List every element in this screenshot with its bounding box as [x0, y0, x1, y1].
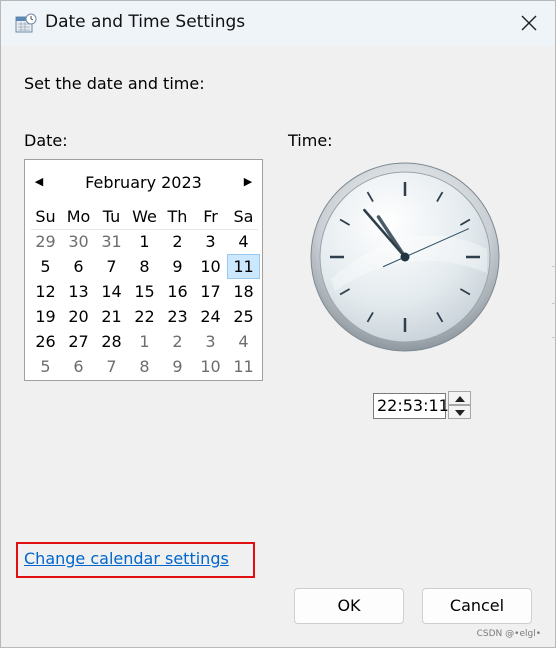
calendar-day[interactable]: 16	[161, 279, 194, 304]
calendar-day[interactable]: 6	[62, 254, 95, 279]
weekday-header: Mo	[66, 207, 91, 226]
calendar-day[interactable]: 28	[95, 329, 128, 354]
calendar-day[interactable]: 1	[128, 329, 161, 354]
calendar-day[interactable]: 9	[161, 254, 194, 279]
month-calendar[interactable]: ◀ February 2023 ▶ Su Mo Tu We Th Fr Sa 29 30 31 1 2…	[24, 159, 263, 381]
calendar-day-selected[interactable]: 11	[227, 254, 260, 279]
calendar-day[interactable]: 12	[29, 279, 62, 304]
calendar-day[interactable]: 5	[29, 354, 62, 379]
ok-button[interactable]: OK	[294, 588, 404, 624]
calendar-month-title[interactable]: February 2023	[25, 173, 262, 192]
weekday-header: Th	[167, 207, 188, 226]
calendar-day[interactable]: 3	[194, 229, 227, 254]
calendar-day[interactable]: 27	[62, 329, 95, 354]
calendar-day[interactable]: 24	[194, 304, 227, 329]
calendar-day[interactable]: 19	[29, 304, 62, 329]
date-label: Date:	[24, 131, 68, 150]
calendar-day[interactable]: 2	[161, 229, 194, 254]
calendar-day[interactable]: 7	[95, 354, 128, 379]
calendar-day[interactable]: 26	[29, 329, 62, 354]
calendar-day[interactable]: 18	[227, 279, 260, 304]
calendar-day[interactable]: 2	[161, 329, 194, 354]
calendar-day[interactable]: 31	[95, 229, 128, 254]
calendar-day[interactable]: 29	[29, 229, 62, 254]
calendar-header: ◀ February 2023 ▶	[25, 170, 262, 196]
spin-up-icon	[455, 396, 465, 402]
calendar-day[interactable]: 10	[194, 254, 227, 279]
calendar-day[interactable]: 4	[227, 329, 260, 354]
close-icon[interactable]	[517, 11, 541, 35]
spin-down-button[interactable]	[448, 405, 471, 419]
background-edge-line	[552, 303, 556, 304]
time-input[interactable]: 22:53:11	[373, 393, 449, 419]
calendar-clock-icon	[15, 13, 37, 33]
spin-down-icon	[455, 410, 465, 416]
calendar-day[interactable]: 15	[128, 279, 161, 304]
calendar-day[interactable]: 11	[227, 354, 260, 379]
calendar-day[interactable]: 1	[128, 229, 161, 254]
calendar-day[interactable]: 8	[128, 354, 161, 379]
weekday-header: Fr	[203, 207, 218, 226]
calendar-day[interactable]: 20	[62, 304, 95, 329]
calendar-day[interactable]: 7	[95, 254, 128, 279]
watermark: CSDN @•elgl•	[476, 629, 541, 639]
calendar-day[interactable]: 5	[29, 254, 62, 279]
calendar-day[interactable]: 6	[62, 354, 95, 379]
weekday-header: Sa	[233, 207, 254, 226]
title-bar: Date and Time Settings	[1, 1, 555, 46]
time-spinner	[448, 391, 471, 419]
window-title: Date and Time Settings	[45, 12, 246, 32]
calendar-grid: Su Mo Tu We Th Fr Sa 29 30 31 1 2 3 4 5 6 7 8 9 10 11 12 13 14 1…	[29, 204, 260, 379]
clock-center-pin	[400, 252, 410, 262]
weekday-header: Tu	[102, 207, 121, 226]
dialog-heading: Set the date and time:	[24, 74, 205, 93]
calendar-day[interactable]: 17	[194, 279, 227, 304]
date-time-settings-dialog: Date and Time Settings Set the date and …	[0, 0, 556, 648]
background-edge-line	[552, 337, 556, 338]
calendar-day[interactable]: 30	[62, 229, 95, 254]
calendar-day[interactable]: 10	[194, 354, 227, 379]
calendar-day[interactable]: 4	[227, 229, 260, 254]
time-label: Time:	[288, 131, 333, 150]
calendar-day[interactable]: 21	[95, 304, 128, 329]
spin-up-button[interactable]	[448, 391, 471, 405]
analog-clock	[310, 162, 500, 352]
weekday-header: We	[132, 207, 157, 226]
calendar-day[interactable]: 8	[128, 254, 161, 279]
triangle-right-icon[interactable]: ▶	[240, 173, 256, 191]
change-calendar-settings-link[interactable]: Change calendar settings	[24, 549, 229, 568]
cancel-button[interactable]: Cancel	[422, 588, 532, 624]
calendar-day[interactable]: 14	[95, 279, 128, 304]
calendar-day[interactable]: 13	[62, 279, 95, 304]
calendar-day[interactable]: 22	[128, 304, 161, 329]
calendar-day[interactable]: 23	[161, 304, 194, 329]
weekday-header: Su	[35, 207, 56, 226]
background-edge-line	[552, 266, 556, 267]
calendar-day[interactable]: 9	[161, 354, 194, 379]
calendar-day[interactable]: 3	[194, 329, 227, 354]
calendar-day[interactable]: 25	[227, 304, 260, 329]
